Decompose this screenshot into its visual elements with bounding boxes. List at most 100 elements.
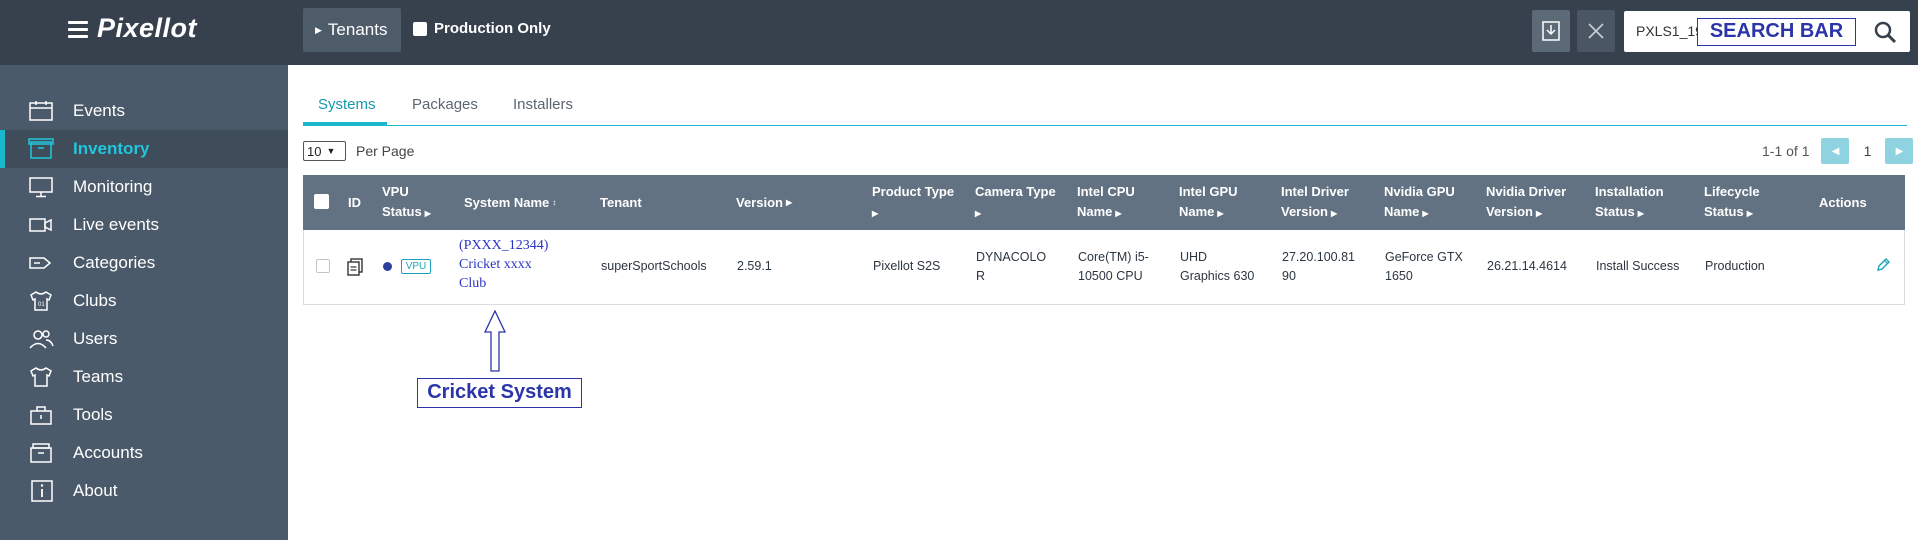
tenants-button[interactable]: ▶ Tenants [303, 8, 401, 52]
search-bar-annotation: SEARCH BAR [1697, 18, 1856, 46]
pagination-range: 1-1 of 1 [1762, 143, 1810, 159]
column-header-actions: Actions [1819, 194, 1867, 210]
column-header-installation-status[interactable]: Installation Status ▶ [1595, 175, 1664, 230]
per-page-control: 10 ▼ Per Page [303, 141, 414, 161]
chevron-down-icon: ▼ [326, 146, 336, 156]
cell-version: 2.59.1 [737, 259, 772, 273]
top-bar: ▶ Tenants Production Only PXLS1_19 SEARC… [288, 0, 1918, 65]
briefcase-icon [28, 442, 54, 464]
column-header-intel-gpu-name[interactable]: Intel GPU Name ▶ [1179, 175, 1238, 230]
shirt-icon [28, 366, 54, 388]
column-header-nvidia-driver-version[interactable]: Nvidia Driver Version ▶ [1486, 175, 1566, 230]
cell-installation-status: Install Success [1596, 259, 1680, 273]
column-header-version[interactable]: Version ▶ [736, 175, 792, 230]
column-header-nvidia-gpu-name[interactable]: Nvidia GPU Name ▶ [1384, 175, 1455, 230]
svg-text:01: 01 [38, 302, 45, 308]
jersey-icon: 01 [28, 290, 54, 312]
sidebar-item-label: Clubs [73, 291, 117, 310]
sidebar-item-label: Teams [73, 367, 124, 386]
hamburger-menu-icon[interactable] [68, 21, 88, 39]
sidebar-item-tools[interactable]: Tools [0, 396, 288, 434]
cell-intel-driver-version: 27.20.100.81 90 [1282, 250, 1355, 283]
production-only-toggle[interactable]: Production Only [413, 20, 551, 37]
next-page-button[interactable]: ▶ [1885, 138, 1914, 164]
column-header-product-type[interactable]: Product Type ▶ [872, 175, 954, 230]
caret-right-icon: ▶ [315, 24, 322, 35]
column-header-vpu-status[interactable]: VPU Status ▶ [382, 175, 431, 230]
tab-bar: Systems Packages Installers [303, 85, 1907, 126]
users-icon [28, 328, 54, 350]
cell-nvidia-gpu-name: GeForce GTX 1650 [1385, 250, 1463, 283]
search-icon[interactable] [1873, 20, 1897, 44]
status-dot [383, 262, 392, 271]
clear-search-button[interactable] [1577, 10, 1615, 52]
sidebar: Pixellot Events Inventory Monitoring Liv… [0, 0, 288, 540]
sidebar-item-label: Live events [73, 215, 159, 234]
column-header-system-name[interactable]: System Name ↕ [464, 175, 556, 230]
cell-product-type: Pixellot S2S [873, 259, 941, 273]
table-row[interactable]: VPU (PXXX_12344) Cricket xxxx Club super… [303, 230, 1905, 305]
column-header-intel-cpu-name[interactable]: Intel CPU Name ▶ [1077, 175, 1135, 230]
cell-tenant: superSportSchools [601, 259, 707, 273]
cell-nvidia-driver-version: 26.21.14.4614 [1487, 259, 1567, 273]
prev-page-button[interactable]: ◀ [1821, 138, 1850, 164]
vpu-badge: VPU [401, 259, 431, 274]
cell-lifecycle-status: Production [1705, 259, 1765, 273]
column-header-intel-driver-version[interactable]: Intel Driver Version ▶ [1281, 175, 1349, 230]
per-page-select[interactable]: 10 ▼ [303, 141, 346, 161]
sidebar-nav: Events Inventory Monitoring Live events … [0, 92, 288, 510]
sidebar-item-label: Users [73, 329, 118, 348]
search-input-value[interactable]: PXLS1_19 [1636, 23, 1703, 39]
sidebar-item-live-events[interactable]: Live events [0, 206, 288, 244]
column-header-id[interactable]: ID [348, 175, 361, 230]
cell-intel-cpu-name: Core(TM) i5- 10500 CPU [1078, 250, 1149, 283]
pagination: 1-1 of 1 ◀ 1 ▶ [1762, 138, 1914, 164]
sidebar-item-label: Monitoring [73, 177, 153, 196]
sidebar-item-label: Inventory [73, 139, 150, 158]
column-header-camera-type[interactable]: Camera Type ▶ [975, 175, 1056, 230]
cricket-system-annotation: Cricket System [417, 378, 582, 408]
row-checkbox[interactable] [316, 259, 330, 273]
sidebar-item-about[interactable]: About [0, 472, 288, 510]
select-all-checkbox[interactable] [314, 194, 329, 209]
close-icon [1588, 23, 1604, 39]
sidebar-item-accounts[interactable]: Accounts [0, 434, 288, 472]
production-only-label: Production Only [434, 20, 551, 37]
search-input[interactable]: PXLS1_19 SEARCH BAR [1624, 11, 1910, 52]
sidebar-item-label: Tools [73, 405, 113, 424]
edit-pencil-icon[interactable] [1875, 257, 1891, 273]
download-button[interactable] [1532, 10, 1570, 52]
sidebar-item-events[interactable]: Events [0, 92, 288, 130]
sort-icon: ↕ [552, 197, 557, 207]
sidebar-item-clubs[interactable]: 01 Clubs [0, 282, 288, 320]
sidebar-item-label: About [73, 481, 118, 500]
sidebar-item-categories[interactable]: Categories [0, 244, 288, 282]
cell-intel-gpu-name: UHD Graphics 630 [1180, 250, 1255, 283]
systems-table: ID VPU Status ▶ System Name ↕ Tenant Versio… [303, 175, 1905, 305]
active-tab-indicator [303, 122, 387, 126]
tag-icon [28, 252, 54, 274]
tab-systems[interactable]: Systems [318, 96, 376, 113]
sidebar-item-inventory[interactable]: Inventory [0, 130, 288, 168]
copy-icon[interactable] [347, 258, 363, 276]
current-page[interactable]: 1 [1849, 143, 1885, 159]
per-page-label: Per Page [356, 143, 415, 159]
tab-installers[interactable]: Installers [513, 96, 573, 113]
production-only-checkbox[interactable] [413, 21, 427, 36]
download-icon [1542, 21, 1560, 41]
column-header-lifecycle-status[interactable]: Lifecycle Status ▶ [1704, 175, 1760, 230]
sidebar-item-label: Accounts [73, 443, 143, 462]
monitor-icon [28, 176, 54, 198]
sidebar-item-teams[interactable]: Teams [0, 358, 288, 396]
tab-packages[interactable]: Packages [412, 96, 478, 113]
system-name-link[interactable]: (PXXX_12344) Cricket xxxx Club [459, 236, 569, 293]
video-camera-icon [28, 214, 54, 236]
sidebar-item-monitoring[interactable]: Monitoring [0, 168, 288, 206]
box-icon [28, 138, 54, 160]
toolbox-icon [28, 404, 54, 426]
sidebar-item-users[interactable]: Users [0, 320, 288, 358]
app-logo: Pixellot [97, 13, 198, 43]
calendar-icon [28, 100, 54, 122]
sidebar-item-label: Categories [73, 253, 156, 272]
column-header-tenant[interactable]: Tenant [600, 175, 642, 230]
